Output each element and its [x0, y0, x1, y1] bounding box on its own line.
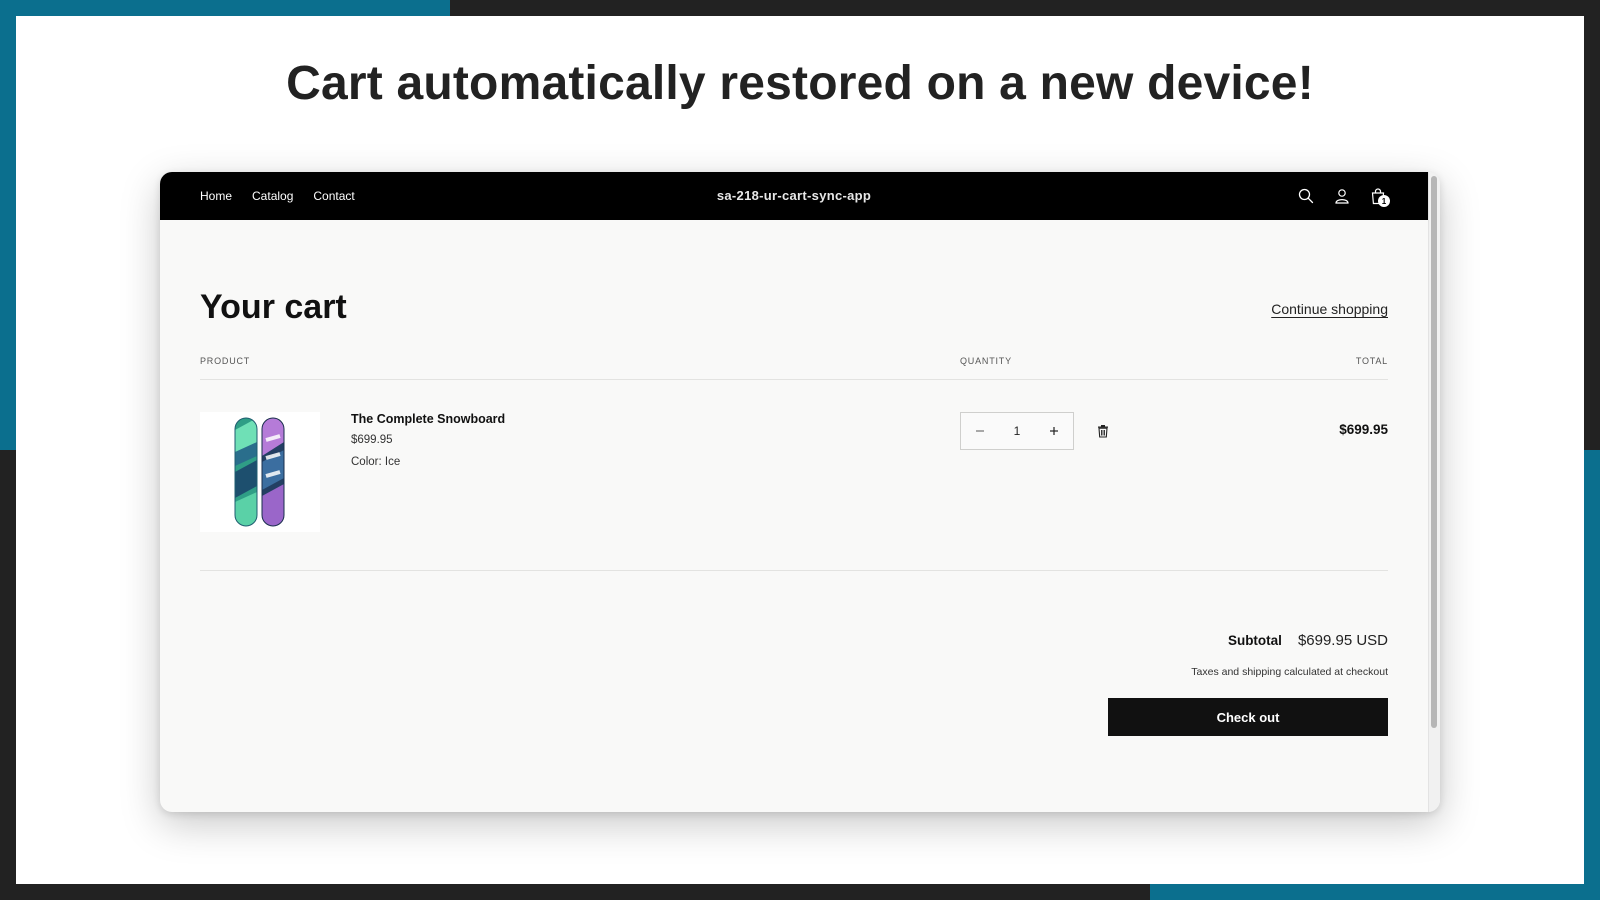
account-icon[interactable]	[1332, 186, 1352, 206]
snowboard-image[interactable]	[200, 412, 320, 532]
header-icons: 1	[1296, 172, 1390, 220]
scrollbar[interactable]	[1428, 172, 1440, 812]
trash-icon[interactable]	[1096, 424, 1110, 438]
browser-window: Home Catalog Contact sa-218-ur-cart-sync…	[160, 172, 1440, 812]
cart-icon[interactable]: 1	[1368, 186, 1390, 207]
slide-headline: Cart automatically restored on a new dev…	[286, 57, 1314, 110]
store-header: Home Catalog Contact sa-218-ur-cart-sync…	[160, 172, 1428, 220]
quantity-stepper: 1	[960, 412, 1074, 450]
search-icon[interactable]	[1296, 186, 1316, 206]
subtotal-label: Subtotal	[1227, 633, 1282, 648]
subtotal-value: $699.95 USD	[1297, 632, 1388, 649]
divider	[200, 570, 1388, 571]
continue-shopping-link[interactable]: Continue shopping	[1271, 301, 1388, 317]
product-name[interactable]: The Complete Snowboard	[351, 412, 505, 426]
quantity-input[interactable]: 1	[1014, 424, 1021, 438]
column-header-product: PRODUCT	[200, 356, 251, 366]
subtotal: Subtotal $699.95 USD	[1228, 632, 1388, 649]
column-header-total: TOTAL	[1355, 356, 1388, 366]
decrease-quantity-button[interactable]	[961, 413, 999, 449]
increase-quantity-button[interactable]	[1035, 413, 1073, 449]
page-title: Your cart	[200, 288, 347, 326]
checkout-button[interactable]: Check out	[1108, 698, 1388, 736]
product-variant: Color: Ice	[351, 456, 401, 468]
divider	[200, 379, 1388, 380]
product-price: $699.95	[351, 434, 393, 446]
store-name[interactable]: sa-218-ur-cart-sync-app	[160, 188, 1428, 203]
scrollbar-thumb[interactable]	[1431, 176, 1437, 728]
line-total: $699.95	[1339, 422, 1388, 437]
column-header-quantity: QUANTITY	[960, 356, 1012, 366]
tax-note: Taxes and shipping calculated at checkou…	[1191, 666, 1388, 678]
cart-count-badge: 1	[1378, 195, 1390, 207]
